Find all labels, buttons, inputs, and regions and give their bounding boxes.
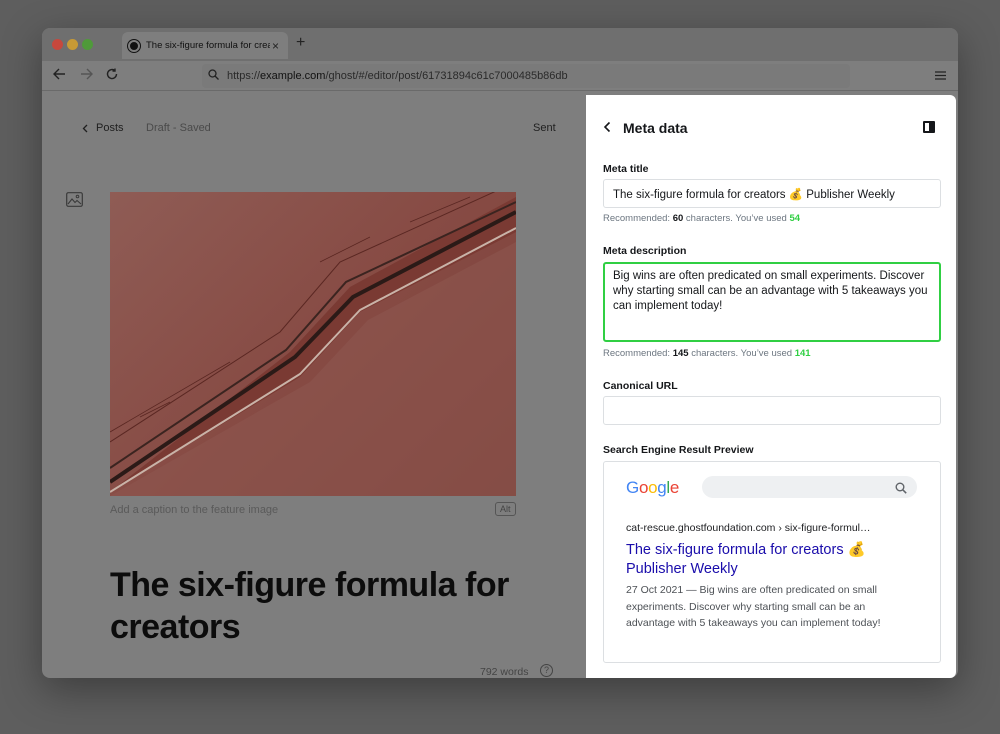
draft-status: Draft - Saved [146,122,211,134]
alt-text-button[interactable]: Alt [495,502,516,516]
meta-title-label: Meta title [603,163,649,175]
google-search-bar [702,476,917,498]
meta-title-input[interactable] [603,179,941,208]
url-bar: https://example.com/ghost/#/editor/post/… [42,61,958,91]
meta-title-hint: Recommended: 60 characters. You’ve used … [603,213,801,224]
serp-url: cat-rescue.ghostfoundation.com › six-fig… [626,522,871,534]
reload-icon[interactable] [106,67,118,83]
word-count: 792 words [480,666,529,678]
search-icon [208,67,219,85]
meta-description-textarea[interactable]: Big wins are often predicated on small e… [603,262,941,342]
panel-header: Meta data [603,119,943,139]
search-result-preview: Google cat-rescue.ghostfoundation.com › … [603,461,941,663]
serp-description: 27 Oct 2021 — Big wins are often predica… [626,584,881,629]
back-arrow-icon[interactable] [53,67,66,83]
feature-image-caption[interactable]: Add a caption to the feature image [110,504,278,516]
ghost-favicon-icon [128,39,140,52]
canonical-url-input[interactable] [603,396,941,425]
panel-back-button[interactable] [603,120,611,136]
hamburger-menu-icon[interactable] [935,68,946,83]
panel-title: Meta data [623,120,688,136]
url-text: https://example.com/ghost/#/editor/post/… [227,70,568,82]
help-icon[interactable]: ? [540,664,553,677]
google-logo-letter: e [669,478,680,497]
maximize-window-button[interactable] [82,39,93,50]
back-to-posts-link[interactable]: Posts [82,122,124,134]
browser-tab[interactable]: The six-figure formula for creators × [122,32,288,59]
serp-preview-label: Search Engine Result Preview [603,444,754,456]
image-icon[interactable] [66,192,83,212]
google-logo-letter: G [626,478,639,497]
new-tab-button[interactable]: + [296,34,305,52]
forward-arrow-icon[interactable] [80,67,93,83]
sent-button[interactable]: Sent [533,122,556,134]
chevron-left-icon [82,124,88,132]
search-icon [895,481,907,499]
minimize-window-button[interactable] [67,39,78,50]
tab-bar: The six-figure formula for creators × + [42,28,958,61]
canonical-url-label: Canonical URL [603,380,678,392]
serp-title: The six-figure formula for creators 💰 Pu… [626,542,866,577]
google-logo-letter: o [638,478,649,497]
address-input[interactable]: https://example.com/ghost/#/editor/post/… [202,64,850,88]
meta-description-label: Meta description [603,245,687,257]
sidebar-toggle-icon[interactable] [923,121,935,133]
tab-title: The six-figure formula for creators [146,40,270,51]
google-logo: Google [626,478,679,498]
meta-data-panel: Meta data Meta title Recommended: 60 cha… [586,95,956,678]
google-logo-letter: o [648,478,658,497]
post-title[interactable]: The six-figure formula for creators [110,564,530,648]
feature-image[interactable] [110,192,516,496]
tab-close-icon[interactable]: × [272,39,279,53]
close-window-button[interactable] [52,39,63,50]
posts-label: Posts [96,122,124,134]
escalator-illustration [110,192,516,496]
chevron-left-icon [603,121,611,133]
meta-description-hint: Recommended: 145 characters. You’ve used… [603,348,811,359]
